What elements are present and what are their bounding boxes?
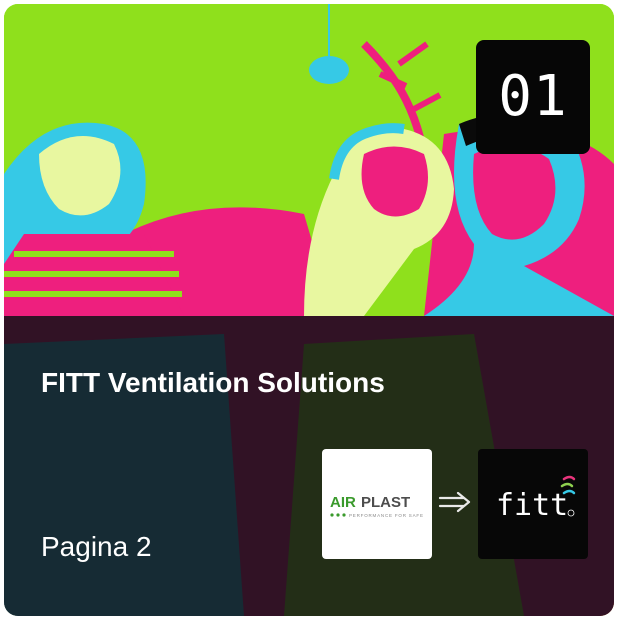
fitt-logo-mark: fitt <box>496 475 576 523</box>
double-right-arrow-icon <box>436 482 474 522</box>
badge-number: 01 <box>498 64 568 129</box>
svg-text:PLAST: PLAST <box>361 494 410 511</box>
fitt-logo: fitt <box>478 449 588 559</box>
airplast-logo-mark: AIR PLAST PERFORMANCE FOR SAFE <box>330 494 424 518</box>
svg-text:PERFORMANCE FOR SAFE: PERFORMANCE FOR SAFE <box>349 513 424 518</box>
svg-text:AIR: AIR <box>330 494 356 511</box>
content-card[interactable]: 01 FITT Ventilation Solutions Pagina 2 A… <box>4 4 614 616</box>
svg-text:fitt: fitt <box>496 488 568 523</box>
card-title[interactable]: FITT Ventilation Solutions <box>41 366 385 400</box>
page-label: Pagina 2 <box>41 531 152 562</box>
airplast-logo: AIR PLAST PERFORMANCE FOR SAFE <box>322 449 432 559</box>
number-badge: 01 <box>476 40 590 154</box>
